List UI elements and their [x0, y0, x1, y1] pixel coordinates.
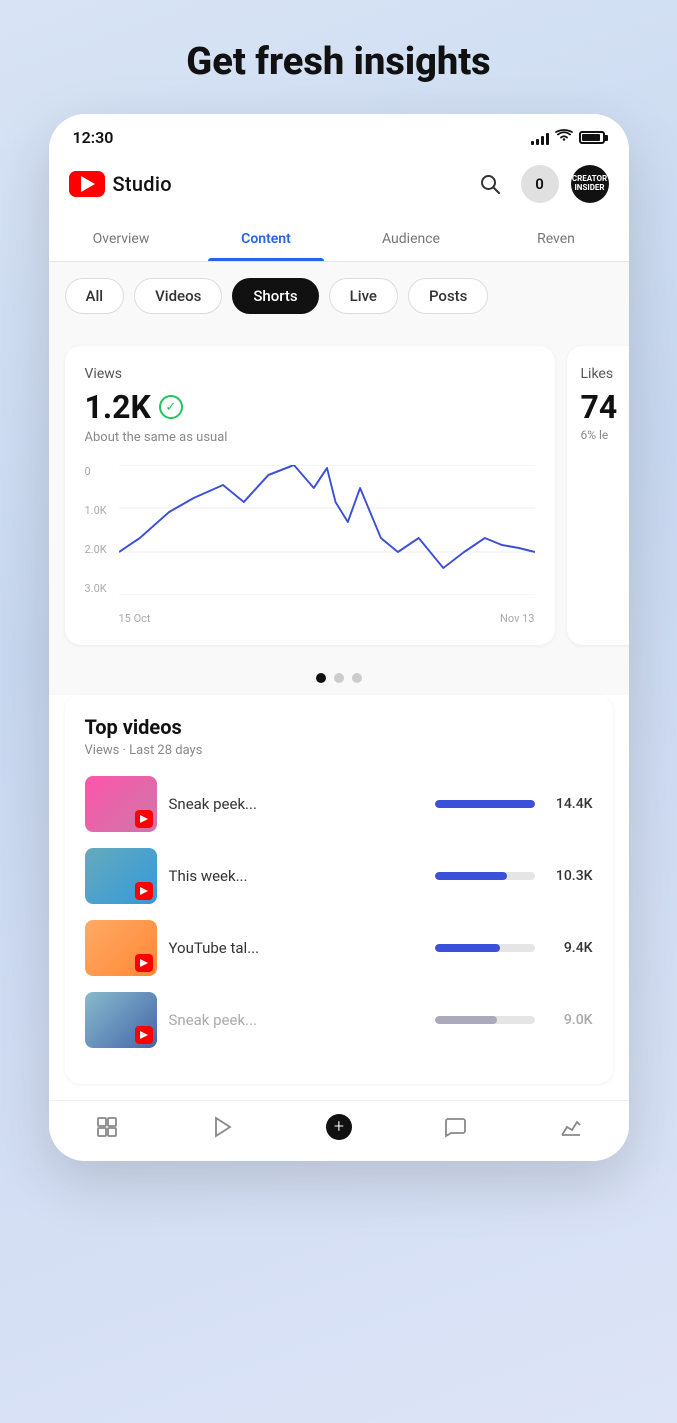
chip-live[interactable]: Live	[329, 278, 398, 314]
status-bar: 12:30	[49, 114, 629, 155]
shorts-badge-3	[135, 954, 153, 972]
video-title-1: Sneak peek...	[169, 795, 423, 813]
likes-subtitle: 6% le	[581, 428, 629, 442]
avatar-button[interactable]: CREATORINSIDER	[571, 165, 609, 203]
video-row[interactable]: This week... 10.3K	[85, 848, 593, 904]
x-label-oct: 15 Oct	[119, 612, 151, 625]
y-label-0: 0	[85, 465, 107, 478]
video-views-3: 9.4K	[547, 940, 593, 956]
video-row[interactable]: Sneak peek... 9.0K	[85, 992, 593, 1048]
phone-frame: 12:30	[49, 114, 629, 1161]
stats-container: Views 1.2K ✓ About the same as usual 3.0…	[49, 330, 629, 695]
bar-3	[435, 944, 535, 952]
bottom-nav: +	[49, 1100, 629, 1161]
nav-item-upload[interactable]: +	[325, 1113, 353, 1141]
status-time: 12:30	[73, 128, 114, 147]
content-icon	[209, 1113, 237, 1141]
play-icon	[81, 176, 95, 192]
shorts-badge-4	[135, 1026, 153, 1044]
dot-3[interactable]	[352, 673, 362, 683]
views-value-row: 1.2K ✓	[85, 388, 535, 426]
video-thumb-3	[85, 920, 157, 976]
views-label: Views	[85, 366, 535, 382]
views-subtitle: About the same as usual	[85, 430, 535, 445]
video-title-2: This week...	[169, 867, 423, 885]
top-videos-section: Top videos Views · Last 28 days Sneak pe…	[65, 695, 613, 1084]
tab-overview[interactable]: Overview	[49, 217, 194, 261]
bar-2	[435, 872, 535, 880]
avatar-label: CREATORINSIDER	[572, 175, 607, 193]
likes-label: Likes	[581, 366, 629, 382]
top-videos-title: Top videos	[85, 715, 593, 739]
svg-text:+: +	[333, 1116, 343, 1137]
chart-x-labels: 15 Oct Nov 13	[119, 612, 535, 625]
app-header: Studio 0 CREATORINSIDER	[49, 155, 629, 217]
x-label-nov: Nov 13	[500, 612, 534, 625]
page-title: Get fresh insights	[186, 40, 490, 84]
bar-4	[435, 1016, 535, 1024]
dot-2[interactable]	[334, 673, 344, 683]
dot-1[interactable]	[316, 673, 326, 683]
studio-label: Studio	[113, 172, 172, 196]
video-views-1: 14.4K	[547, 796, 593, 812]
video-views-4: 9.0K	[547, 1012, 593, 1028]
chart-svg-wrap	[119, 465, 535, 595]
video-row[interactable]: YouTube tal... 9.4K	[85, 920, 593, 976]
nav-item-content[interactable]	[209, 1113, 237, 1141]
tab-content[interactable]: Content	[194, 217, 339, 261]
upload-icon: +	[325, 1113, 353, 1141]
nav-tabs: Overview Content Audience Reven	[49, 217, 629, 262]
video-thumb-2	[85, 848, 157, 904]
y-label-3k: 3.0K	[85, 582, 107, 595]
logo-area: Studio	[69, 171, 172, 197]
video-thumb-1	[85, 776, 157, 832]
bar-1	[435, 800, 535, 808]
views-value: 1.2K	[85, 388, 151, 426]
dashboard-icon	[93, 1113, 121, 1141]
chart-y-labels: 3.0K 2.0K 1.0K 0	[85, 465, 107, 595]
thumb-play-icon	[140, 1031, 148, 1039]
video-title-3: YouTube tal...	[169, 939, 423, 957]
y-label-1k: 1.0K	[85, 504, 107, 517]
likes-card: Likes 74 6% le	[567, 346, 629, 645]
analytics-icon	[557, 1113, 585, 1141]
chip-shorts[interactable]: Shorts	[232, 278, 318, 314]
signal-icon	[531, 131, 549, 145]
search-button[interactable]	[471, 165, 509, 203]
thumb-play-icon	[140, 887, 148, 895]
thumb-play-icon	[140, 815, 148, 823]
views-chart: 3.0K 2.0K 1.0K 0	[85, 465, 535, 625]
check-icon: ✓	[159, 395, 183, 419]
status-icons	[531, 129, 605, 147]
chip-all[interactable]: All	[65, 278, 125, 314]
tab-revenue[interactable]: Reven	[484, 217, 629, 261]
battery-icon	[579, 131, 605, 144]
video-row[interactable]: Sneak peek... 14.4K	[85, 776, 593, 832]
nav-item-comments[interactable]	[441, 1113, 469, 1141]
shorts-badge-2	[135, 882, 153, 900]
likes-value: 74	[581, 388, 629, 426]
top-videos-subtitle: Views · Last 28 days	[85, 743, 593, 758]
wifi-icon	[555, 129, 573, 147]
video-thumb-4	[85, 992, 157, 1048]
stats-section: Views 1.2K ✓ About the same as usual 3.0…	[49, 330, 629, 661]
header-actions: 0 CREATORINSIDER	[471, 165, 609, 203]
video-title-4: Sneak peek...	[169, 1011, 423, 1029]
views-card: Views 1.2K ✓ About the same as usual 3.0…	[65, 346, 555, 645]
youtube-logo	[69, 171, 105, 197]
notification-button[interactable]: 0	[521, 165, 559, 203]
comments-icon	[441, 1113, 469, 1141]
thumb-play-icon	[140, 959, 148, 967]
nav-item-dashboard[interactable]	[93, 1113, 121, 1141]
nav-item-analytics[interactable]	[557, 1113, 585, 1141]
chip-videos[interactable]: Videos	[134, 278, 222, 314]
video-views-2: 10.3K	[547, 868, 593, 884]
shorts-badge-1	[135, 810, 153, 828]
carousel-dots	[49, 661, 629, 695]
filter-chips: All Videos Shorts Live Posts	[49, 262, 629, 330]
tab-audience[interactable]: Audience	[339, 217, 484, 261]
chip-posts[interactable]: Posts	[408, 278, 488, 314]
y-label-2k: 2.0K	[85, 543, 107, 556]
